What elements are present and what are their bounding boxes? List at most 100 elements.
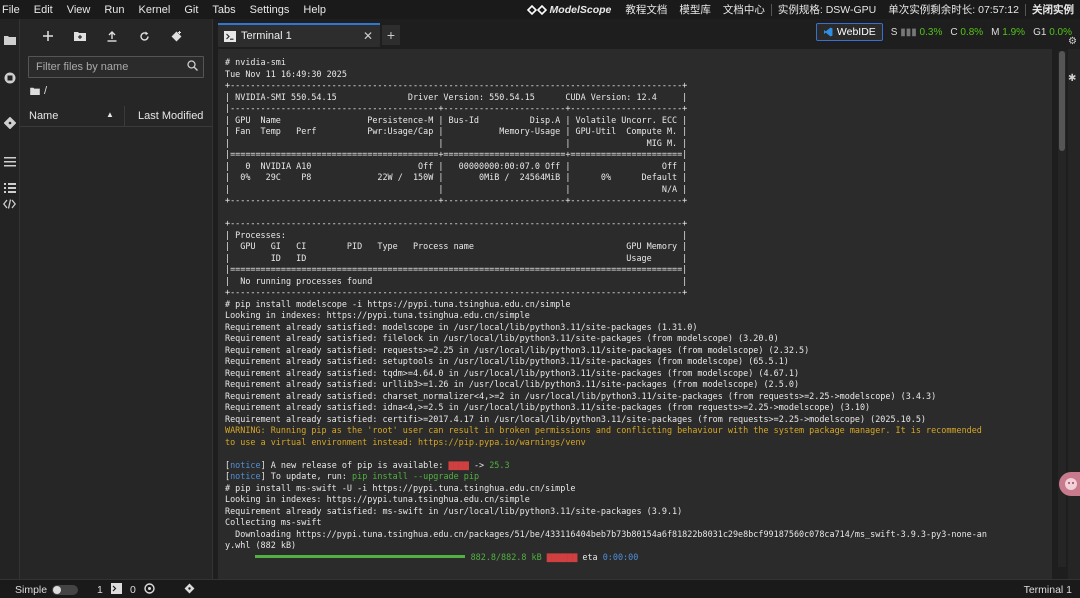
menu-view[interactable]: View	[60, 4, 98, 16]
terminal-line: | GPU GI CI PID Type Process name GPU Me…	[225, 241, 688, 251]
refresh-button[interactable]	[128, 26, 160, 46]
activity-bar	[0, 19, 20, 579]
menu-file[interactable]: File	[0, 4, 27, 16]
menu-git[interactable]: Git	[177, 4, 205, 16]
refresh-icon	[139, 31, 149, 41]
file-filter	[28, 56, 204, 78]
add-tab-button[interactable]: +	[382, 25, 400, 45]
folder-icon[interactable]	[0, 31, 19, 49]
link-model-hub[interactable]: 模型库	[673, 2, 717, 17]
logo-text: ModelScope	[549, 3, 612, 16]
terminal-line: | | | MIG M. |	[225, 137, 688, 148]
search-icon	[187, 60, 198, 71]
webide-button[interactable]: WebIDE	[815, 23, 883, 41]
right-sidebar	[1068, 49, 1080, 579]
upload-icon	[107, 30, 117, 42]
terminal-count-icon	[111, 583, 122, 597]
git-clone-button[interactable]	[160, 26, 192, 46]
metric-m: M 1.9%	[991, 27, 1025, 38]
terminal-output[interactable]: # nvidia-smi Tue Nov 11 16:49:30 2025 +-…	[225, 57, 987, 563]
debugger-icon[interactable]: ✱	[1068, 73, 1076, 84]
notice-tag: notice	[230, 459, 261, 470]
progress-eta-label: eta	[582, 551, 598, 562]
file-toolbar	[20, 19, 212, 53]
terminal-line: +---------------------------------------…	[225, 80, 688, 90]
status-active-tab: Terminal 1	[1023, 584, 1072, 596]
terminal-count[interactable]: 1	[97, 584, 103, 596]
vscode-icon	[823, 27, 833, 37]
terminal-line: Requirement already satisfied: urllib3>=…	[225, 379, 800, 389]
terminal-line: +---------------------------------------…	[225, 218, 688, 228]
terminal-line: # pip install ms-swift -U -i https://pyp…	[225, 482, 576, 493]
terminal-line: Looking in indexes: https://pypi.tuna.ts…	[225, 310, 530, 320]
menu-help[interactable]: Help	[296, 4, 333, 16]
git-clone-icon	[171, 30, 181, 41]
terminal-line: Requirement already satisfied: tqdm>=4.6…	[225, 367, 800, 378]
terminal-line: | GPU Name Persistence-M | Bus-Id Disp.A…	[225, 114, 688, 125]
kernel-icon	[144, 583, 155, 597]
progress-eta: 0:00:00	[602, 551, 639, 562]
modelscope-logo-icon	[526, 4, 547, 15]
git-status-icon[interactable]	[184, 583, 195, 597]
close-instance-button[interactable]: 关闭实例	[1026, 2, 1080, 17]
menu-edit[interactable]: Edit	[27, 4, 60, 16]
terminal-line: Tue Nov 11 16:49:30 2025	[225, 68, 347, 79]
tab-terminal-1[interactable]: Terminal 1 ✕	[218, 23, 380, 47]
close-icon[interactable]: ✕	[363, 29, 373, 43]
column-name[interactable]: Name	[29, 110, 58, 122]
webide-label: WebIDE	[836, 26, 876, 38]
upload-button[interactable]	[96, 26, 128, 46]
terminal-line: |=======================================…	[225, 264, 688, 274]
terminal-line: +---------------------------------------…	[225, 195, 688, 205]
new-launcher-button[interactable]	[32, 26, 64, 46]
menu-run[interactable]: Run	[97, 4, 131, 16]
terminal-line: Looking in indexes: https://pypi.tuna.ts…	[225, 494, 530, 504]
link-tutorial-docs[interactable]: 教程文档	[619, 2, 673, 17]
new-folder-button[interactable]	[64, 26, 96, 46]
modelscope-logo[interactable]: ModelScope	[519, 4, 620, 16]
file-filter-input[interactable]	[29, 57, 179, 77]
menu-settings[interactable]: Settings	[243, 4, 297, 16]
resource-monitor: WebIDE S ▮▮▮ 0.3% C 0.8% M 1.9% G1 0.0%	[815, 23, 1080, 41]
menubar-right: ModelScope 教程文档 模型库 文档中心 实例规格: DSW-GPU 单…	[519, 0, 1080, 19]
notice-new-version: 25.3	[489, 459, 510, 470]
simple-mode-label: Simple	[15, 584, 48, 596]
terminal-icon	[224, 30, 236, 42]
table-of-contents-icon[interactable]	[0, 153, 19, 171]
new-folder-icon	[74, 32, 86, 41]
column-last-modified[interactable]: Last Modified	[138, 110, 203, 122]
terminal-line: | 0% 29C P8 22W / 150W | 0MiB / 24564MiB…	[225, 172, 688, 182]
scrollbar-thumb[interactable]	[1059, 51, 1065, 151]
metric-m-label: M	[991, 26, 1000, 38]
column-divider[interactable]	[124, 106, 125, 126]
running-icon[interactable]	[0, 69, 19, 87]
metric-m-value: 1.9%	[1002, 26, 1026, 38]
terminal-line: Requirement already satisfied: idna<4,>=…	[225, 402, 871, 412]
terminal-line: | NVIDIA-SMI 550.54.15 Driver Version: 5…	[225, 91, 688, 102]
terminal-panel[interactable]: # nvidia-smi Tue Nov 11 16:49:30 2025 +-…	[218, 49, 1052, 579]
terminal-line: | ID ID Usage |	[225, 252, 688, 263]
terminal-line: |---------------------------------------…	[225, 103, 688, 113]
folder-icon[interactable]	[30, 87, 40, 95]
simple-mode-toggle[interactable]	[52, 585, 78, 595]
notice-text: To update, run:	[265, 471, 353, 481]
assistant-float-button[interactable]	[1059, 472, 1080, 496]
link-doc-center[interactable]: 文档中心	[717, 2, 771, 17]
instance-time-left: 单次实例剩余时长: 07:57:12	[888, 4, 1019, 16]
assistant-icon	[1065, 478, 1077, 490]
git-icon[interactable]	[0, 114, 19, 132]
notice-tag: notice	[230, 471, 261, 481]
terminal-line: | No running processes found |	[225, 275, 688, 286]
metric-c: C 0.8%	[950, 27, 983, 38]
terminal-lines: # nvidia-smi Tue Nov 11 16:49:30 2025 +-…	[225, 57, 936, 424]
kernel-count[interactable]: 0	[130, 584, 136, 596]
breadcrumb-path[interactable]: /	[44, 85, 47, 97]
menu-tabs[interactable]: Tabs	[205, 4, 242, 16]
property-inspector-icon[interactable]: ⚙	[1068, 36, 1077, 47]
menu-kernel[interactable]: Kernel	[132, 4, 178, 16]
terminal-lines: # pip install ms-swift -U -i https://pyp…	[225, 483, 987, 551]
toggle-knob	[53, 586, 61, 594]
main-area: Terminal 1 ✕ + WebIDE S ▮▮▮ 0.3% C 0.8% …	[213, 19, 1080, 579]
terminal-line: Requirement already satisfied: requests>…	[225, 344, 810, 355]
code-icon[interactable]	[0, 195, 19, 213]
